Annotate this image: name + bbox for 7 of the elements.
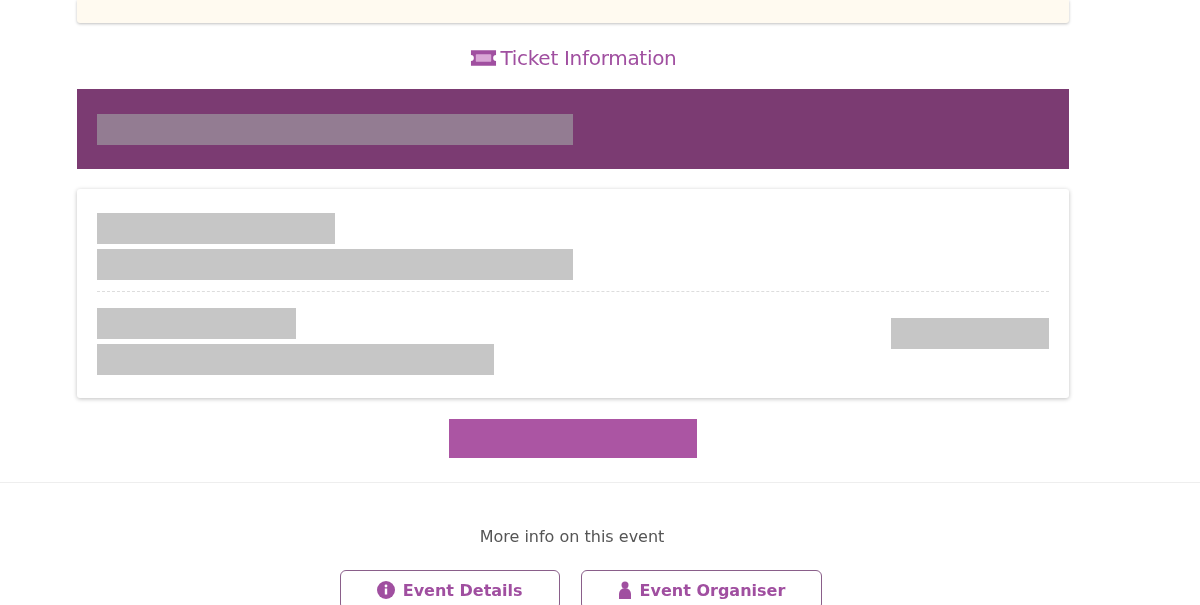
event-info-button[interactable]: Event Organiser (580, 570, 823, 605)
info-icon (376, 581, 395, 599)
person-icon (617, 581, 632, 599)
event-info-button[interactable]: Event Details (339, 570, 560, 605)
ticket-icon (469, 49, 497, 67)
more-info-text: More info on this event (478, 527, 666, 546)
heading-text: Ticket Information (500, 46, 677, 70)
